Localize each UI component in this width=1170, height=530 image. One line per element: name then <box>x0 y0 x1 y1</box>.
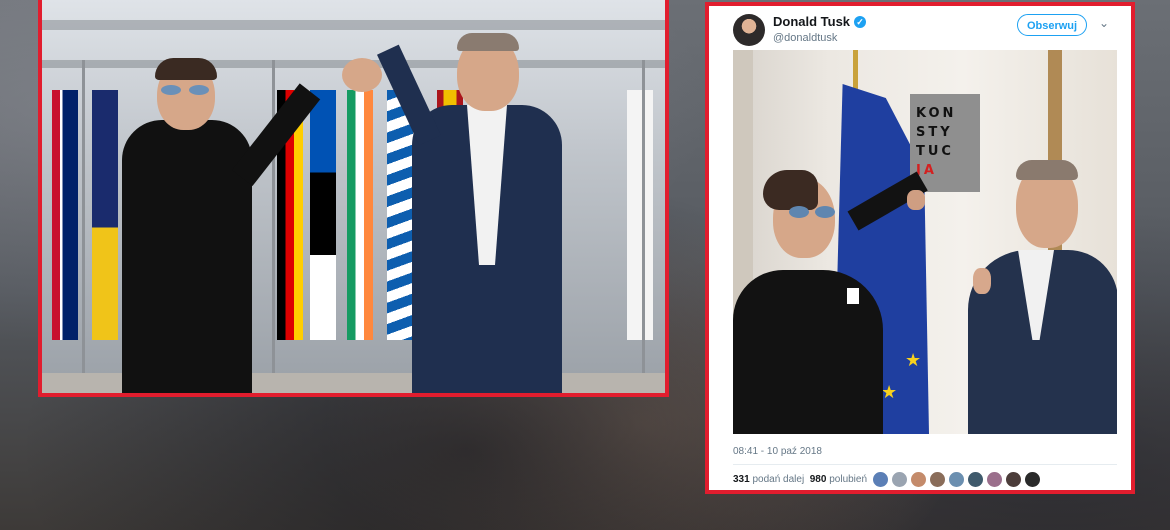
estonian-flag <box>310 90 336 340</box>
retweets-count[interactable]: 331 <box>733 474 750 485</box>
sunglasses <box>789 206 839 218</box>
poster-line: TUC <box>916 144 954 159</box>
star-icon: ★ <box>881 382 898 402</box>
tweet-card: Donald Tusk ✓ @donaldtusk Obserwuj ⌄ ★ ★ … <box>705 2 1135 494</box>
poster-line: JA <box>916 163 937 178</box>
joined-hands <box>342 58 382 92</box>
hair <box>1016 160 1078 180</box>
raised-arm <box>376 44 442 146</box>
liker-avatar[interactable] <box>949 472 964 487</box>
liker-avatar[interactable] <box>930 472 945 487</box>
liker-avatar[interactable] <box>968 472 983 487</box>
liker-avatar[interactable] <box>892 472 907 487</box>
liker-avatars <box>873 472 1044 488</box>
pointing-hand <box>907 190 925 210</box>
follow-button[interactable]: Obserwuj <box>1017 14 1087 36</box>
liker-avatar[interactable] <box>911 472 926 487</box>
liker-avatar[interactable] <box>1025 472 1040 487</box>
author-avatar[interactable] <box>733 14 765 46</box>
retweets-label[interactable]: podań dalej <box>752 474 804 485</box>
badge <box>847 288 859 304</box>
tweet-timestamp[interactable]: 08:41 - 10 paź 2018 <box>733 446 822 457</box>
verified-badge-icon: ✓ <box>854 16 867 28</box>
poster-line: KON <box>916 106 957 121</box>
person-left-jacket <box>733 270 883 434</box>
divider <box>733 464 1117 465</box>
liker-avatar[interactable] <box>873 472 888 487</box>
author-name-row[interactable]: Donald Tusk ✓ <box>773 14 867 29</box>
sunglasses <box>161 85 211 95</box>
cyprus-flag <box>627 90 653 340</box>
person-right <box>372 33 602 393</box>
flag-pole <box>642 60 645 390</box>
irish-flag <box>347 90 373 340</box>
hair <box>457 33 519 51</box>
ceiling-beam <box>42 20 665 30</box>
left-photo <box>38 0 669 397</box>
likes-count[interactable]: 980 <box>810 474 827 485</box>
thumb-hand <box>973 268 991 294</box>
star-icon: ★ <box>905 350 922 370</box>
person-left <box>62 58 321 393</box>
author-name[interactable]: Donald Tusk <box>773 14 850 29</box>
hair <box>763 170 818 210</box>
liker-avatar[interactable] <box>987 472 1002 487</box>
tweet-header: Donald Tusk ✓ @donaldtusk Obserwuj ⌄ <box>733 12 1117 48</box>
dark-jacket <box>122 120 252 393</box>
chevron-down-icon[interactable]: ⌄ <box>1099 16 1109 30</box>
poster-line: STY <box>916 125 953 140</box>
likes-label[interactable]: polubień <box>829 474 867 485</box>
tweet-stats: 331 podań dalej 980 polubień <box>733 474 867 485</box>
tweet-photo[interactable]: ★ ★ ★ KON STY TUC JA <box>733 50 1117 434</box>
liker-avatar[interactable] <box>1006 472 1021 487</box>
hair <box>155 58 217 80</box>
author-handle[interactable]: @donaldtusk <box>773 32 837 44</box>
